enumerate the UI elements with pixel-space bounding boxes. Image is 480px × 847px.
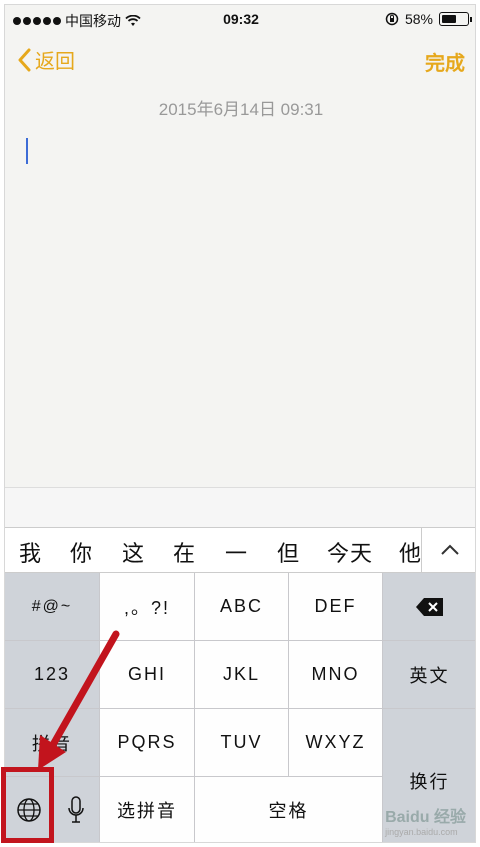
microphone-icon bbox=[68, 796, 84, 823]
chevron-up-icon bbox=[440, 544, 459, 555]
select-pinyin-key[interactable]: 选拼音 bbox=[100, 777, 195, 842]
watermark-url: jingyan.baidu.com bbox=[385, 827, 458, 837]
watermark-text: Baidu 经验 bbox=[385, 809, 466, 826]
numbers-key[interactable]: 123 bbox=[5, 641, 100, 709]
wxyz-key[interactable]: WXYZ bbox=[289, 709, 383, 777]
pqrs-key[interactable]: PQRS bbox=[100, 709, 195, 777]
microphone-key[interactable] bbox=[53, 777, 100, 842]
symbols-key[interactable]: #@~ bbox=[5, 573, 100, 641]
note-body[interactable] bbox=[25, 135, 455, 475]
english-key[interactable]: 英文 bbox=[383, 641, 475, 709]
highlight-box bbox=[1, 767, 54, 843]
note-date: 2015年6月14日 09:31 bbox=[158, 100, 324, 119]
back-label: 返回 bbox=[35, 51, 75, 73]
candidate-item[interactable]: 在 bbox=[173, 536, 196, 568]
def-key[interactable]: DEF bbox=[289, 573, 383, 641]
done-button[interactable]: 完成 bbox=[425, 47, 465, 76]
phone-screen: 中国移动 09:32 58% 返回 完成 2015年6月14日 09:31 我 … bbox=[4, 4, 476, 843]
candidate-item[interactable]: 但 bbox=[277, 536, 300, 568]
tuv-key[interactable]: TUV bbox=[195, 709, 289, 777]
space-key[interactable]: 空格 bbox=[195, 777, 383, 842]
delete-key[interactable] bbox=[383, 573, 475, 641]
back-button[interactable]: 返回 bbox=[17, 45, 75, 74]
candidate-item[interactable]: 我 bbox=[19, 536, 42, 568]
candidate-bar: 我 你 这 在 一 但 今天 他 bbox=[5, 527, 475, 573]
collapse-candidates-button[interactable] bbox=[421, 528, 475, 572]
punctuation-key[interactable]: ,。?! bbox=[100, 573, 195, 641]
chevron-left-icon bbox=[18, 48, 31, 71]
input-accessory-bar bbox=[5, 487, 475, 527]
ghi-key[interactable]: GHI bbox=[100, 641, 195, 709]
abc-key[interactable]: ABC bbox=[195, 573, 289, 641]
candidate-item[interactable]: 今天 bbox=[327, 536, 373, 568]
status-bar: 中国移动 09:32 58% bbox=[5, 5, 475, 33]
battery-icon bbox=[439, 12, 472, 26]
battery-percent: 58% bbox=[404, 11, 433, 27]
candidate-item[interactable]: 这 bbox=[122, 536, 145, 568]
jkl-key[interactable]: JKL bbox=[195, 641, 289, 709]
watermark: Baidu 经验 jingyan.baidu.com bbox=[385, 803, 466, 837]
orientation-lock-icon bbox=[385, 12, 399, 26]
candidate-item[interactable]: 他 bbox=[399, 536, 422, 568]
nav-bar: 返回 完成 bbox=[5, 43, 475, 79]
battery-group: 58% bbox=[385, 11, 472, 27]
backspace-icon bbox=[415, 597, 443, 616]
candidate-item[interactable]: 你 bbox=[70, 536, 93, 568]
candidate-item[interactable]: 一 bbox=[225, 536, 248, 568]
mno-key[interactable]: MNO bbox=[289, 641, 383, 709]
